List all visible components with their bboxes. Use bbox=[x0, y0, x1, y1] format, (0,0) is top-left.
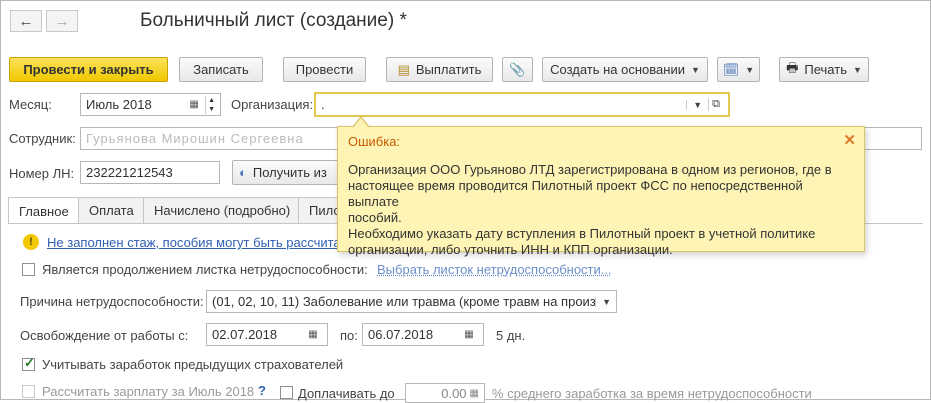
continuation-label: Является продолжением листка нетрудоспос… bbox=[42, 262, 368, 277]
calc-salary-checkbox[interactable] bbox=[22, 385, 35, 398]
pay-up-value: 0.00 bbox=[441, 385, 467, 401]
post-and-close-label: Провести и закрыть bbox=[23, 62, 154, 77]
stepper-up-icon[interactable]: ▲ bbox=[208, 96, 215, 105]
printer-icon: 🖶 bbox=[786, 59, 799, 75]
history-button[interactable]: 🗓 ▼ bbox=[717, 57, 760, 82]
release-to-value: 06.07.2018 bbox=[368, 327, 434, 342]
organization-label: Организация: bbox=[231, 97, 314, 112]
ln-number-value: 232221212543 bbox=[86, 165, 173, 180]
release-label: Освобождение от работы с: bbox=[20, 328, 189, 343]
tab-pilot-label: Пило bbox=[309, 203, 341, 218]
tab-payment[interactable]: Оплата bbox=[78, 197, 145, 223]
error-message-line: Организация ООО Гурьяново ЛТД зарегистри… bbox=[348, 162, 832, 177]
error-message-line: пособий. bbox=[348, 210, 402, 225]
calendar-icon[interactable]: ▦ bbox=[460, 324, 478, 345]
consider-earnings-label: Учитывать заработок предыдущих страховат… bbox=[42, 357, 344, 372]
consider-earnings-checkbox[interactable] bbox=[22, 355, 35, 371]
calendar-icon[interactable]: ▦ bbox=[304, 324, 322, 345]
month-stepper[interactable]: ▲ ▼ bbox=[205, 95, 215, 114]
paperclip-icon: 📎 bbox=[509, 61, 526, 77]
arrow-left-icon: ← bbox=[18, 12, 34, 30]
fss-service-icon: ◐ bbox=[239, 165, 247, 180]
forward-button[interactable]: → bbox=[46, 10, 78, 32]
calendar-icon[interactable]: ▦ bbox=[185, 94, 203, 115]
pay-label: Выплатить bbox=[415, 62, 482, 77]
calculator-icon[interactable]: ▦ bbox=[470, 388, 479, 399]
arrow-right-icon: → bbox=[54, 12, 70, 30]
pay-up-label: Доплачивать до bbox=[298, 386, 395, 401]
chevron-down-icon: ▼ bbox=[745, 64, 755, 75]
get-from-label: Получить из bbox=[252, 165, 327, 180]
error-message-line: организации, либо уточнить ИНН и КПП орг… bbox=[348, 242, 673, 257]
create-based-on-label: Создать на основании bbox=[550, 62, 685, 77]
cause-value: (01, 02, 10, 11) Заболевание или травма … bbox=[212, 294, 596, 309]
tab-payment-label: Оплата bbox=[89, 203, 134, 218]
post-button[interactable]: Провести bbox=[283, 57, 366, 82]
help-icon[interactable]: ? bbox=[258, 383, 266, 398]
page-title: Больничный лист (создание) * bbox=[140, 10, 407, 31]
error-message-line: настоящее время проводится Пилотный прое… bbox=[348, 178, 803, 209]
attachments-button[interactable]: 📎 bbox=[502, 57, 533, 82]
tab-main-label: Главное bbox=[19, 203, 69, 219]
release-from-value: 02.07.2018 bbox=[212, 327, 278, 342]
avg-earnings-label: % среднего заработка за время нетрудоспо… bbox=[492, 386, 812, 401]
get-from-fss-button[interactable]: ◐ Получить из bbox=[232, 160, 352, 185]
chevron-down-icon: ▼ bbox=[852, 64, 862, 75]
post-label: Провести bbox=[295, 62, 354, 77]
error-popup: Ошибка: ✕ Организация ООО Гурьяново ЛТД … bbox=[337, 116, 865, 257]
chevron-down-icon: ▼ bbox=[690, 64, 700, 75]
payment-document-icon: ▤ bbox=[397, 61, 410, 77]
choose-sheet-link[interactable]: Выбрать листок нетрудоспособности... bbox=[377, 262, 612, 277]
release-to-label: по: bbox=[340, 328, 358, 343]
tab-main[interactable]: Главное bbox=[8, 197, 80, 224]
calc-salary-label: Рассчитать зарплату за Июль 2018 bbox=[42, 384, 255, 399]
open-link-icon[interactable]: ⧉ bbox=[708, 98, 723, 111]
month-label: Месяц: bbox=[9, 97, 52, 112]
save-label: Записать bbox=[193, 62, 249, 77]
popup-pointer-fill bbox=[353, 118, 369, 128]
pay-up-percent-field[interactable]: 0.00 ▦ bbox=[405, 383, 485, 403]
release-from-field[interactable]: 02.07.2018 ▦ bbox=[206, 323, 328, 346]
month-value: Июль 2018 bbox=[86, 97, 152, 112]
pay-button[interactable]: ▤ Выплатить bbox=[386, 57, 493, 82]
warning-icon: ! bbox=[23, 234, 39, 250]
seniority-warning-link[interactable]: Не заполнен стаж, пособия могут быть рас… bbox=[47, 235, 341, 250]
ln-number-field[interactable]: 232221212543 bbox=[80, 161, 220, 184]
close-icon[interactable]: ✕ bbox=[843, 131, 856, 149]
organization-value: . bbox=[321, 97, 325, 112]
days-count: 5 дн. bbox=[496, 328, 526, 343]
create-based-on-button[interactable]: Создать на основании ▼ bbox=[542, 57, 708, 82]
error-message: Организация ООО Гурьяново ЛТД зарегистри… bbox=[348, 162, 848, 258]
tab-accrued-detail[interactable]: Начислено (подробно) bbox=[143, 197, 302, 223]
organization-field[interactable]: . ▼ ⧉ bbox=[314, 92, 730, 117]
calendar-clock-icon: 🗓 bbox=[722, 61, 740, 77]
stepper-down-icon[interactable]: ▼ bbox=[208, 105, 215, 114]
cause-label: Причина нетрудоспособности: bbox=[20, 294, 204, 309]
error-title: Ошибка: bbox=[348, 134, 401, 149]
employee-value: Гурьянова Мирошин Сергеевна bbox=[86, 131, 304, 146]
release-to-field[interactable]: 06.07.2018 ▦ bbox=[362, 323, 484, 346]
ln-number-label: Номер ЛН: bbox=[9, 166, 75, 181]
error-message-line: Необходимо указать дату вступления в Пил… bbox=[348, 226, 816, 241]
continuation-checkbox[interactable] bbox=[22, 263, 35, 276]
chevron-down-icon[interactable]: ▼ bbox=[595, 296, 611, 307]
print-label: Печать bbox=[804, 62, 847, 77]
post-and-close-button[interactable]: Провести и закрыть bbox=[9, 57, 168, 82]
month-field[interactable]: Июль 2018 ▦ ▲ ▼ bbox=[80, 93, 221, 116]
tab-accrued-detail-label: Начислено (подробно) bbox=[154, 203, 291, 218]
dropdown-arrow-icon[interactable]: ▼ bbox=[686, 99, 708, 110]
back-button[interactable]: ← bbox=[10, 10, 42, 32]
employee-label: Сотрудник: bbox=[9, 131, 76, 146]
pay-up-checkbox[interactable] bbox=[280, 386, 293, 399]
save-button[interactable]: Записать bbox=[179, 57, 263, 82]
cause-select[interactable]: (01, 02, 10, 11) Заболевание или травма … bbox=[206, 290, 617, 313]
print-button[interactable]: 🖶 Печать ▼ bbox=[779, 57, 869, 82]
